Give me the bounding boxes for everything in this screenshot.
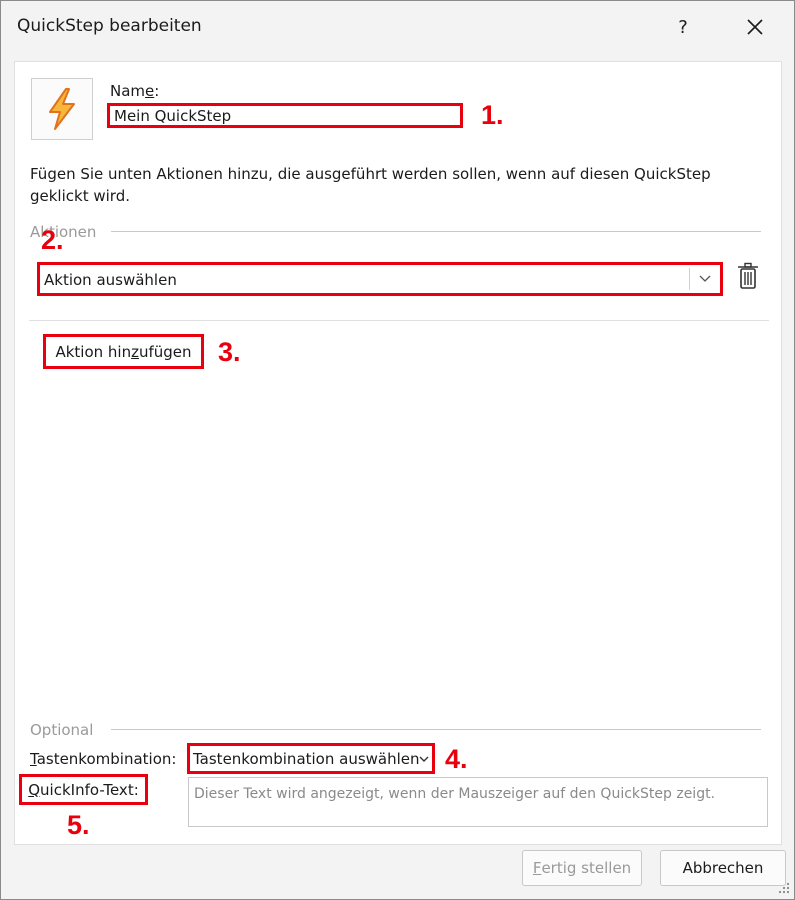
help-label: ?	[678, 16, 688, 38]
optional-section-divider	[111, 729, 761, 730]
name-input[interactable]	[107, 103, 463, 128]
trash-icon	[738, 262, 758, 289]
optional-section-label: Optional	[30, 721, 94, 739]
quickinfo-textarea[interactable]	[188, 777, 768, 827]
action-select-separator	[689, 268, 690, 290]
cancel-button[interactable]: Abbrechen	[660, 850, 786, 886]
actions-section-divider	[111, 231, 761, 232]
annotation-2: 2.	[41, 225, 64, 255]
dialog-title: QuickStep bearbeiten	[17, 16, 202, 36]
name-label: Name:	[110, 82, 160, 100]
shortcut-select-value: Tastenkombination auswählen	[193, 750, 420, 768]
dialog-window: QuickStep bearbeiten ? Name: 1. Fügen Si…	[0, 0, 795, 900]
annotation-3: 3.	[218, 337, 241, 367]
annotation-1: 1.	[481, 100, 504, 130]
actions-divider	[29, 320, 769, 321]
action-select-value: Aktion auswählen	[44, 271, 177, 289]
annotation-4: 4.	[445, 744, 468, 774]
shortcut-label: Tastenkombination:	[30, 750, 177, 768]
description-text: Fügen Sie unten Aktionen hinzu, die ausg…	[30, 165, 711, 205]
finish-button[interactable]: Fertig stellen	[522, 850, 642, 886]
chevron-down-icon	[699, 275, 711, 282]
action-select[interactable]: Aktion auswählen	[37, 262, 723, 296]
chevron-down-icon	[419, 756, 429, 762]
shortcut-select[interactable]: Tastenkombination auswählen	[187, 743, 435, 774]
add-action-button[interactable]: Aktion hin z ufügen	[43, 334, 204, 369]
quickinfo-label: QuickInfo-Text:	[19, 774, 148, 805]
close-icon	[747, 19, 763, 35]
annotation-5: 5.	[67, 810, 90, 840]
close-button[interactable]	[731, 7, 779, 47]
title-bar: QuickStep bearbeiten ?	[1, 1, 794, 53]
help-button[interactable]: ?	[661, 7, 705, 47]
delete-action-button[interactable]	[737, 262, 759, 290]
resize-grip-icon[interactable]	[777, 881, 791, 895]
quickstep-icon-button[interactable]	[31, 78, 93, 140]
dialog-content: Name: 1. Fügen Sie unten Aktionen hinzu,…	[14, 61, 782, 845]
lightning-bolt-icon	[49, 88, 75, 130]
